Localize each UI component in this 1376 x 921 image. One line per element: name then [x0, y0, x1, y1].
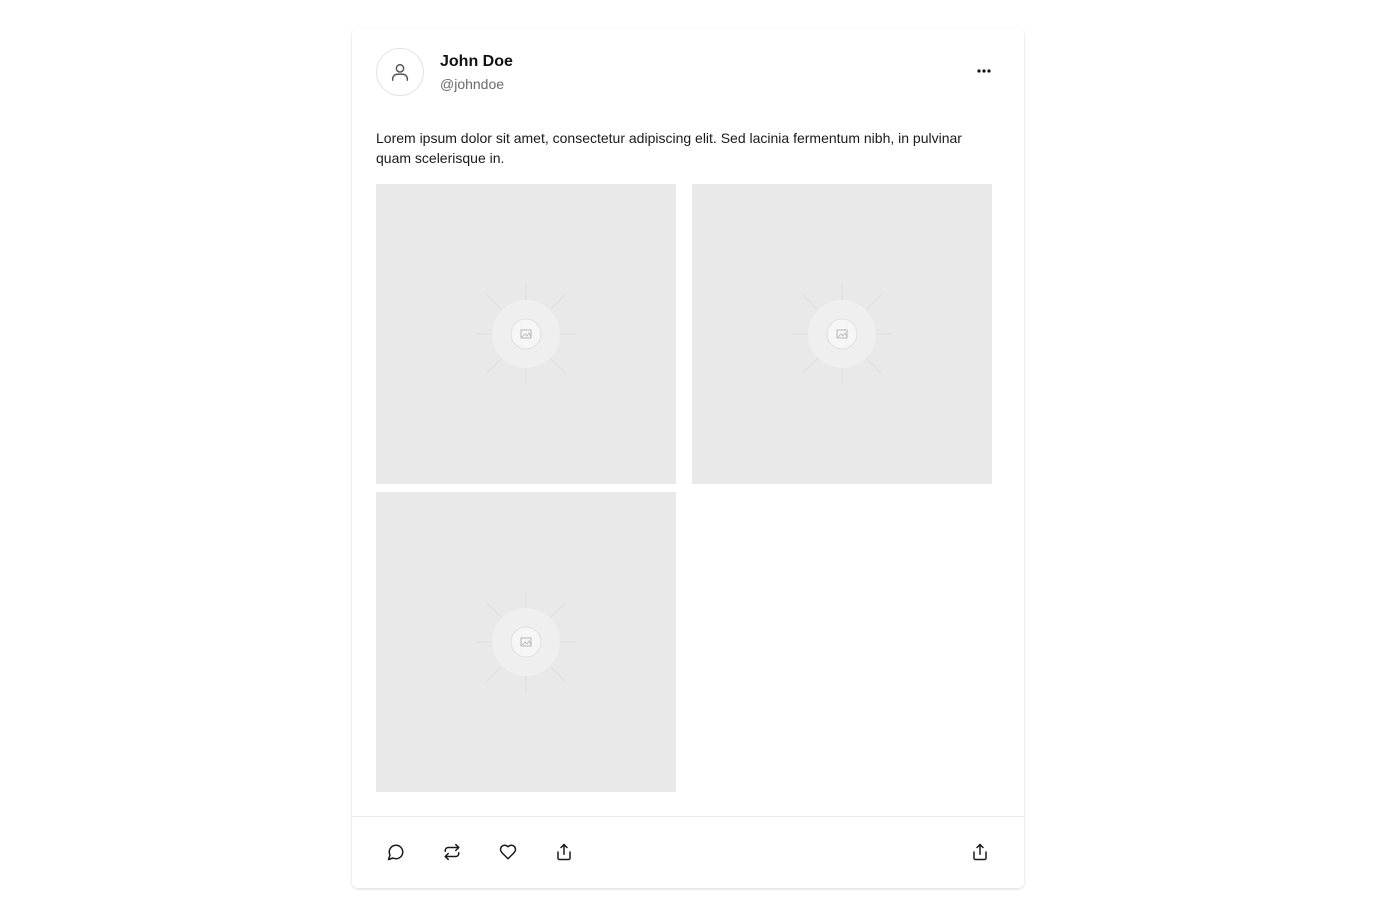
more-horizontal-icon [977, 69, 991, 73]
like-button[interactable] [488, 834, 528, 870]
post-image-1[interactable] [376, 184, 676, 484]
post-text: Lorem ipsum dolor sit amet, consectetur … [376, 130, 962, 166]
post-actions [376, 834, 1000, 870]
share-icon [557, 843, 571, 861]
repost-button[interactable] [432, 834, 472, 870]
post-image-2[interactable] [692, 184, 992, 484]
heart-icon [499, 844, 517, 860]
comment-icon [387, 844, 404, 861]
export-button[interactable] [960, 834, 1000, 870]
image-placeholder-icon [476, 592, 576, 692]
author-info: John Doe @johndoe [440, 52, 513, 93]
actions-divider [352, 816, 1024, 817]
share-icon [973, 843, 987, 861]
author-handle[interactable]: @johndoe [440, 75, 513, 93]
user-icon [391, 63, 409, 81]
post-header: John Doe @johndoe [376, 48, 1000, 96]
post-card: John Doe @johndoe Lorem ipsum dolor sit … [352, 28, 1024, 888]
image-placeholder-icon [476, 284, 576, 384]
repost-icon [444, 843, 460, 861]
comment-button[interactable] [376, 834, 416, 870]
post-image-3[interactable] [376, 492, 676, 792]
more-options-button[interactable] [968, 58, 1000, 84]
author-name[interactable]: John Doe [440, 52, 513, 72]
share-button[interactable] [544, 834, 584, 870]
image-placeholder-icon [792, 284, 892, 384]
avatar[interactable] [376, 48, 424, 96]
